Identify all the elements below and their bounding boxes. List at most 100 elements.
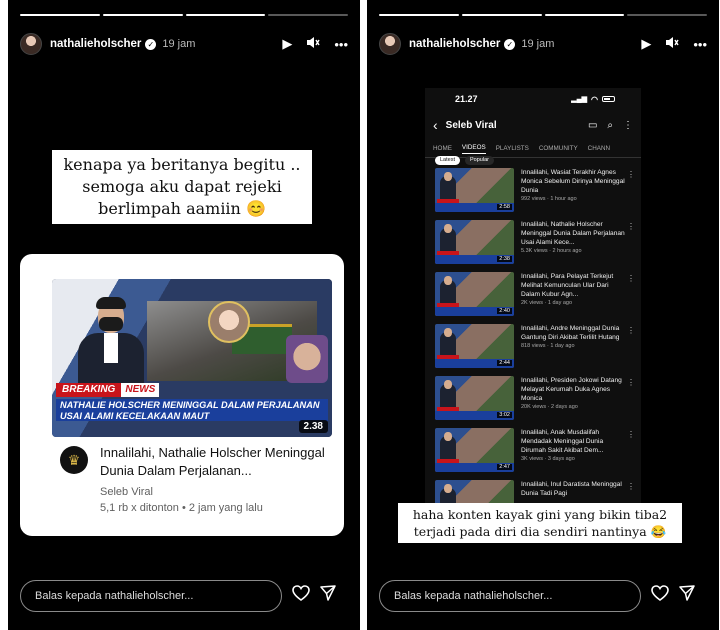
- cast-icon[interactable]: ▭: [588, 120, 597, 131]
- video-list-item[interactable]: Innalilahi, Inul Daratista Meninggal Dun…: [435, 480, 635, 504]
- back-icon[interactable]: ‹: [433, 117, 438, 133]
- video-meta: 992 views · 1 hour ago: [521, 196, 577, 202]
- reply-box[interactable]: [379, 580, 641, 612]
- video-list-item[interactable]: 2:44 Innalilahi, Andre Meninggal Dunia Ga…: [435, 324, 635, 376]
- video-duration: 2:38: [497, 256, 512, 262]
- reply-input[interactable]: [35, 590, 275, 602]
- search-icon[interactable]: ⌕: [607, 120, 613, 131]
- kebab-menu-icon[interactable]: ⋮: [627, 378, 635, 387]
- shared-video-card[interactable]: BREAKING NEWS NATHALIE HOLSCHER MENINGGA…: [20, 254, 344, 536]
- video-list-item[interactable]: 2:47 Innalilahi, Anak Musdalifah Mendadak…: [435, 428, 635, 480]
- reply-input[interactable]: [394, 590, 634, 602]
- verified-badge-icon: ✓: [504, 38, 516, 50]
- heart-icon[interactable]: [651, 585, 669, 606]
- send-icon[interactable]: [679, 585, 695, 606]
- youtube-screenshot: 21.27 ▂▄▆ ◠ ‹ Seleb Viral ▭ ⌕ ⋮ HOME VID…: [425, 88, 641, 504]
- verified-badge-icon: ✓: [145, 38, 157, 50]
- video-thumbnail[interactable]: 2:38: [435, 220, 514, 264]
- video-title[interactable]: Innalilahi, Wasiat Terakhir Agnes Monica…: [521, 168, 629, 195]
- video-title[interactable]: Innalilahi, Presiden Jokowi Datang Melay…: [521, 376, 629, 403]
- more-icon[interactable]: •••: [334, 37, 348, 52]
- video-meta: 3K views · 3 days ago: [521, 456, 575, 462]
- portrait-inset-image: [208, 301, 250, 343]
- video-title[interactable]: Innalilahi, Andre Meninggal Dunia Gantun…: [521, 324, 629, 342]
- username[interactable]: nathalieholscher: [409, 38, 500, 50]
- send-icon[interactable]: [320, 585, 336, 606]
- mute-icon[interactable]: [665, 36, 679, 52]
- story-caption: kenapa ya beritanya begitu .. semoga aku…: [52, 150, 312, 224]
- heart-icon[interactable]: [292, 585, 310, 606]
- tab-videos[interactable]: VIDEOS: [461, 144, 486, 154]
- news-anchor-image: [74, 297, 146, 397]
- video-duration: 3:02: [497, 412, 512, 418]
- video-duration: 2:58: [497, 204, 512, 210]
- woman-inset-image: [286, 335, 328, 383]
- play-icon[interactable]: ▶: [641, 36, 651, 52]
- video-thumbnail[interactable]: 2:40: [435, 272, 514, 316]
- video-list-item[interactable]: 2:38 Innalilahi, Nathalie Holscher Mening…: [435, 220, 635, 272]
- video-thumbnail[interactable]: [435, 480, 514, 504]
- video-title[interactable]: Innalilahi, Nathalie Holscher Meninggal …: [521, 220, 629, 247]
- kebab-menu-icon[interactable]: ⋮: [627, 482, 635, 491]
- chip-popular[interactable]: Popular: [465, 156, 494, 165]
- video-list-item[interactable]: 3:02 Innalilahi, Presiden Jokowi Datang M…: [435, 376, 635, 428]
- tab-playlists[interactable]: PLAYLISTS: [496, 145, 529, 152]
- phone-status-bar: 21.27 ▂▄▆ ◠: [425, 88, 641, 110]
- video-list: 2:58 Innalilahi, Wasiat Terakhir Agnes Mo…: [425, 168, 641, 504]
- story-progress: [20, 14, 348, 16]
- more-icon[interactable]: •••: [693, 37, 707, 52]
- tab-community[interactable]: COMMUNITY: [539, 145, 578, 152]
- video-title[interactable]: Innalilahi, Nathalie Holscher Meninggal …: [100, 444, 330, 480]
- play-icon[interactable]: ▶: [282, 36, 292, 52]
- reply-box[interactable]: [20, 580, 282, 612]
- channel-name[interactable]: Seleb Viral: [100, 486, 330, 498]
- video-thumbnail[interactable]: 2:58: [435, 168, 514, 212]
- wifi-icon: ◠: [591, 94, 598, 104]
- signal-icon: ▂▄▆: [571, 96, 588, 103]
- youtube-top-bar: ‹ Seleb Viral ▭ ⌕ ⋮: [425, 110, 641, 140]
- story-time: 19 jam: [521, 38, 555, 50]
- video-meta: 2K views · 1 day ago: [521, 300, 573, 306]
- kebab-menu-icon[interactable]: ⋮: [627, 222, 635, 231]
- breaking-news-badge: BREAKING NEWS: [56, 383, 160, 397]
- kebab-menu-icon[interactable]: ⋮: [623, 120, 633, 131]
- story-right: nathalieholscher ✓ 19 jam ▶ ••• 21.27 ▂▄…: [367, 0, 719, 630]
- chip-latest[interactable]: Latest: [435, 156, 460, 165]
- avatar[interactable]: [20, 33, 42, 55]
- news-banner: NATHALIE HOLSCHER MENINGGAL DALAM PERJAL…: [56, 399, 328, 421]
- video-meta: 5.3K views · 2 hours ago: [521, 248, 582, 254]
- video-thumbnail[interactable]: BREAKING NEWS NATHALIE HOLSCHER MENINGGA…: [52, 279, 332, 437]
- video-title[interactable]: Innalilahi, Para Pelayat Terkejut Meliha…: [521, 272, 629, 299]
- video-stats: 5,1 rb x ditonton • 2 jam yang lalu: [100, 502, 263, 514]
- video-meta: 818 views · 1 day ago: [521, 343, 575, 349]
- yt-channel-name: Seleb Viral: [445, 119, 497, 131]
- video-list-item[interactable]: 2:58 Innalilahi, Wasiat Terakhir Agnes Mo…: [435, 168, 635, 220]
- channel-logo-icon[interactable]: ♛: [60, 446, 88, 474]
- video-list-item[interactable]: 2:40 Innalilahi, Para Pelayat Terkejut Me…: [435, 272, 635, 324]
- kebab-menu-icon[interactable]: ⋮: [627, 430, 635, 439]
- tab-channels[interactable]: CHANN: [588, 145, 610, 152]
- progress-segment: [461, 14, 542, 16]
- story-left: nathalieholscher ✓ 19 jam ▶ ••• kenapa y…: [8, 0, 360, 630]
- mute-icon[interactable]: [306, 36, 320, 52]
- avatar[interactable]: [379, 33, 401, 55]
- tab-home[interactable]: HOME: [433, 145, 452, 152]
- video-thumbnail[interactable]: 3:02: [435, 376, 514, 420]
- progress-segment: [627, 14, 707, 16]
- story-progress: [379, 14, 707, 16]
- video-duration: 2:40: [497, 308, 512, 314]
- video-thumbnail[interactable]: 2:44: [435, 324, 514, 368]
- yt-tabs: HOME VIDEOS PLAYLISTS COMMUNITY CHANN: [425, 140, 641, 158]
- video-title[interactable]: Innalilahi, Inul Daratista Meninggal Dun…: [521, 480, 629, 498]
- progress-segment: [102, 14, 183, 16]
- video-title[interactable]: Innalilahi, Anak Musdalifah Mendadak Men…: [521, 428, 629, 455]
- progress-segment: [185, 14, 266, 16]
- video-thumbnail[interactable]: 2:47: [435, 428, 514, 472]
- kebab-menu-icon[interactable]: ⋮: [627, 274, 635, 283]
- username[interactable]: nathalieholscher: [50, 38, 141, 50]
- progress-segment: [20, 14, 100, 16]
- progress-segment: [268, 14, 348, 16]
- kebab-menu-icon[interactable]: ⋮: [627, 326, 635, 335]
- kebab-menu-icon[interactable]: ⋮: [627, 170, 635, 179]
- video-meta: 20K views · 2 days ago: [521, 404, 578, 410]
